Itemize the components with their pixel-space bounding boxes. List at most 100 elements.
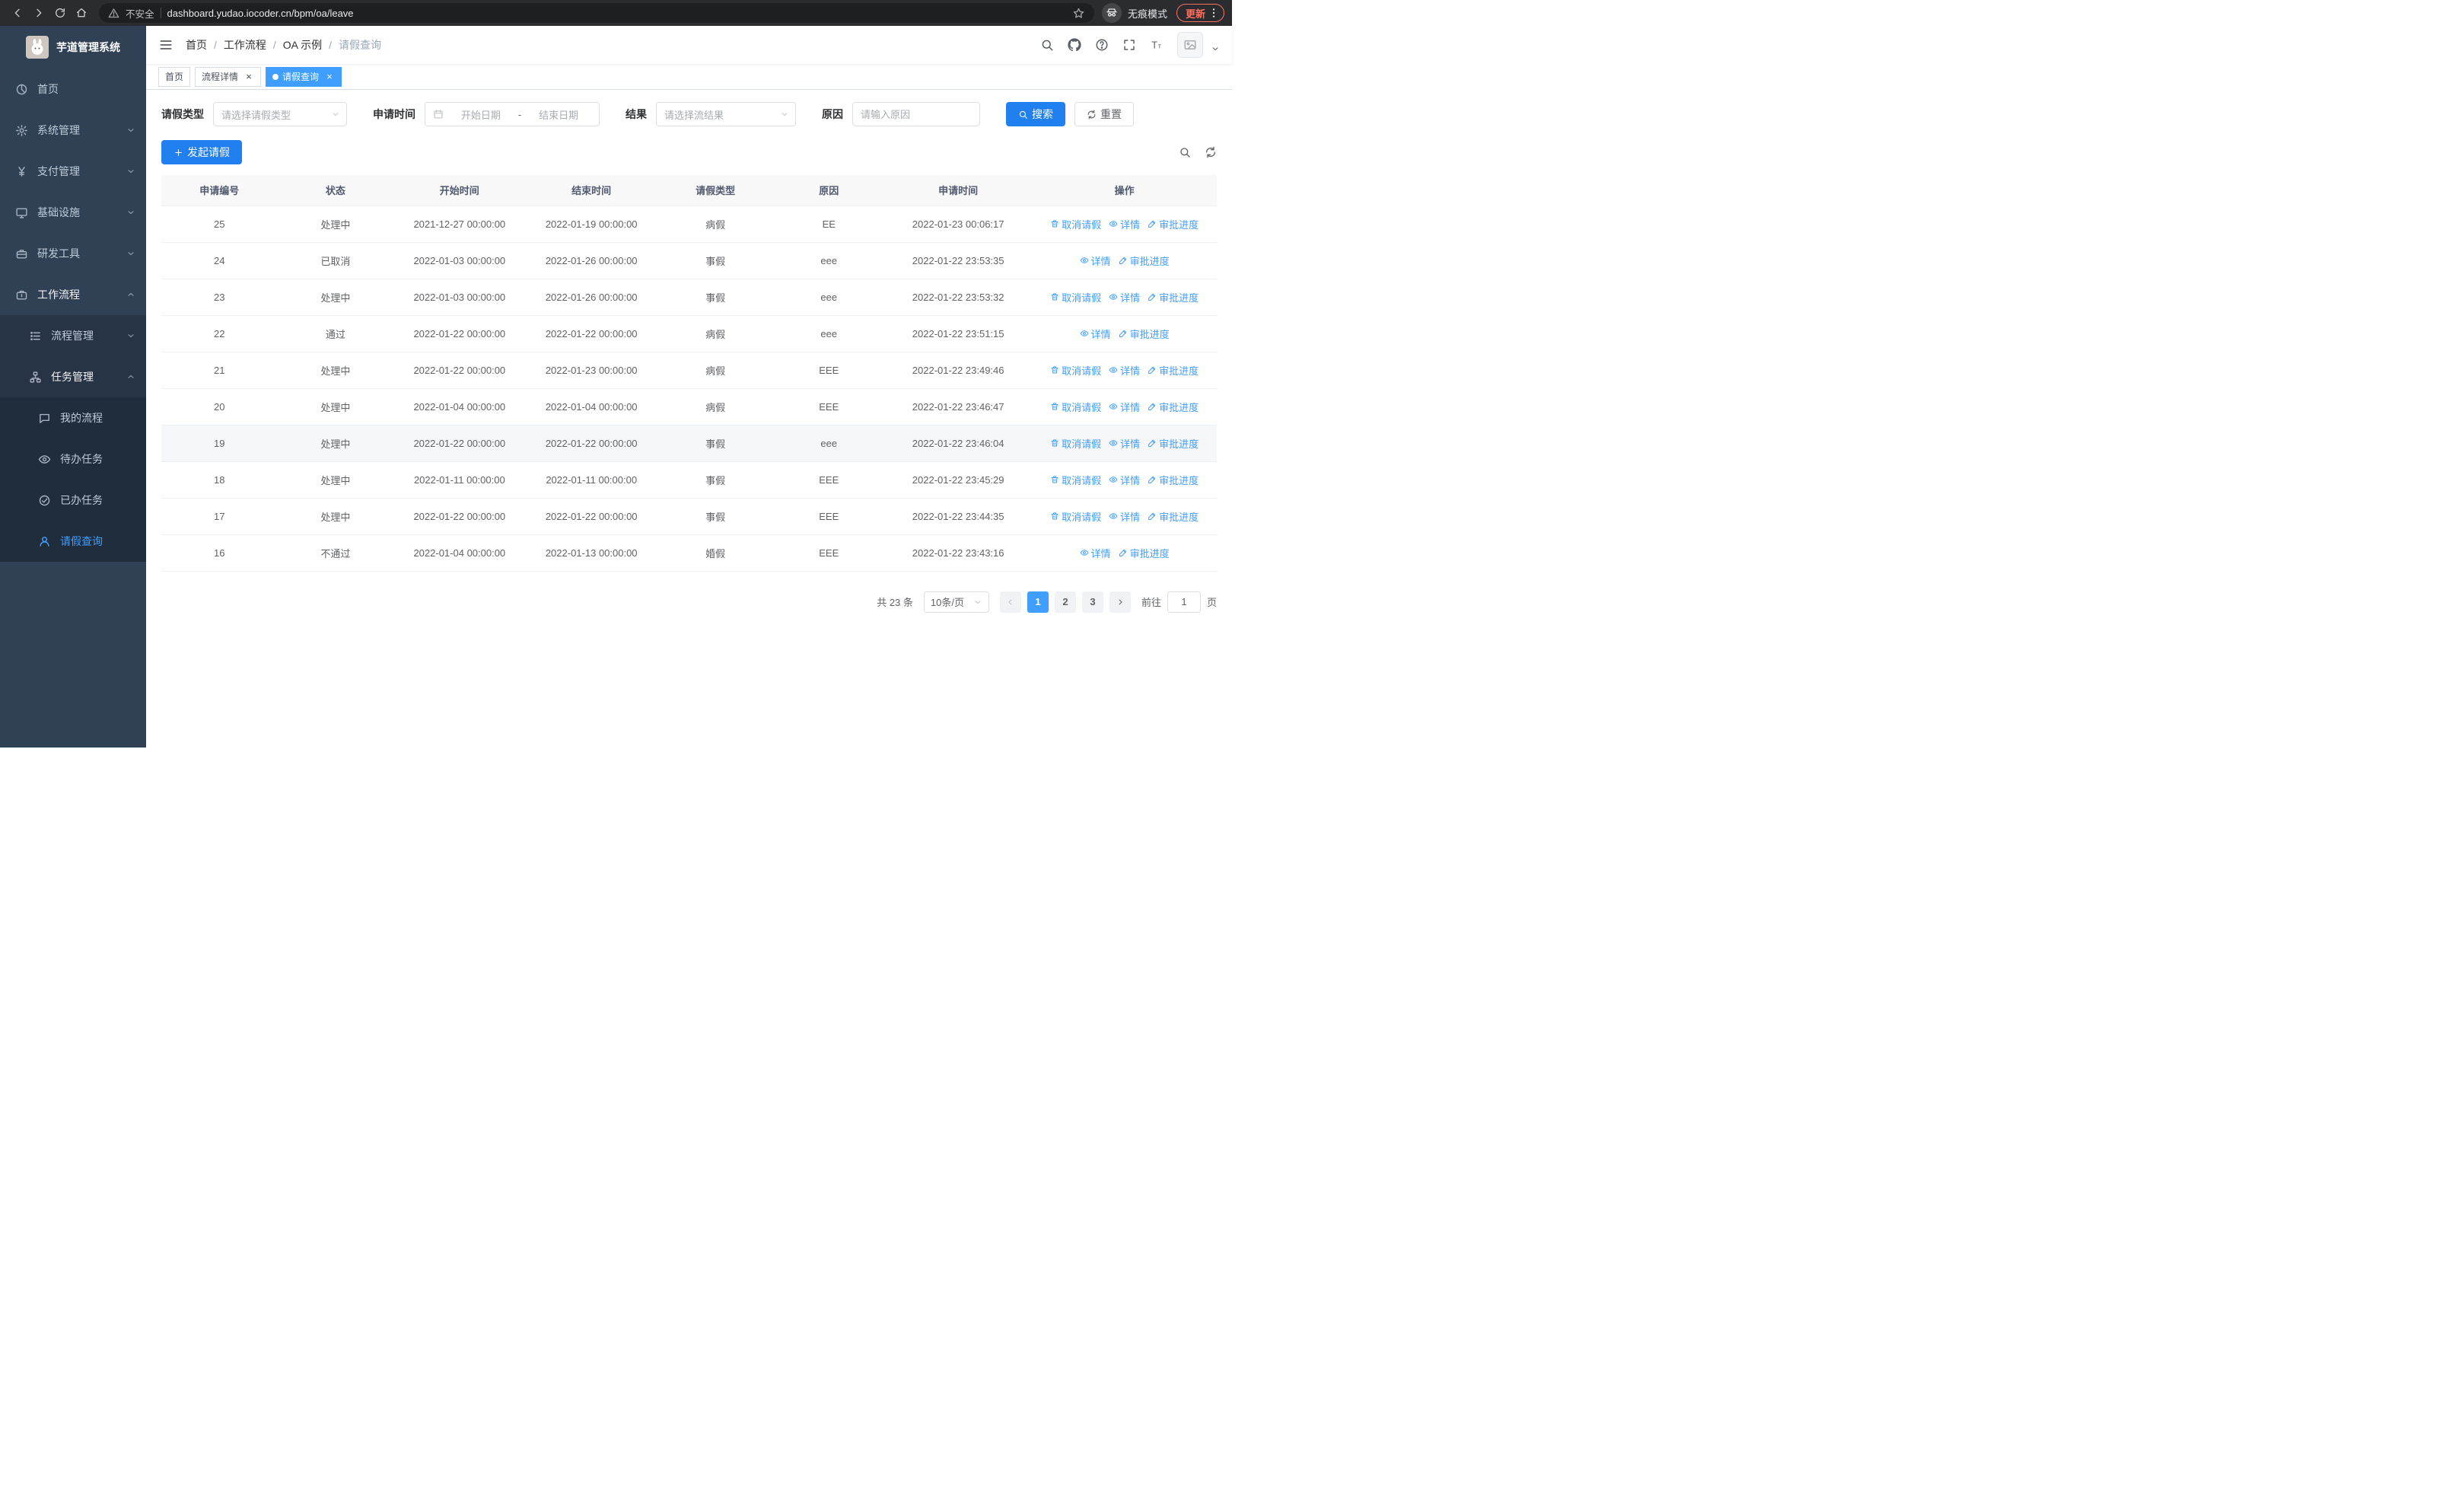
leave-type-select[interactable]: 请选择请假类型 — [213, 102, 347, 126]
action-detail-link[interactable]: 详情 — [1109, 290, 1140, 304]
table-row: 20 处理中 2022-01-04 00:00:00 2022-01-04 00:00… — [161, 388, 1217, 426]
cell-actions: 取消请假 详情 审批进度 — [1032, 388, 1217, 426]
action-cancel-link[interactable]: 取消请假 — [1050, 363, 1101, 378]
action-progress-link[interactable]: 审批进度 — [1119, 327, 1170, 341]
cell-leave-type: 事假 — [657, 498, 774, 535]
user-avatar[interactable] — [1177, 32, 1203, 58]
search-icon[interactable] — [1040, 38, 1054, 52]
home-icon[interactable] — [72, 3, 91, 23]
table-search-toggle-icon[interactable] — [1179, 146, 1191, 158]
action-detail-link[interactable]: 详情 — [1080, 327, 1111, 341]
tab-process-detail[interactable]: 流程详情 × — [195, 66, 262, 87]
tab-close-icon[interactable]: × — [244, 72, 254, 82]
sidebar-item-devtools[interactable]: 研发工具 — [0, 233, 146, 274]
sidebar-item-workflow[interactable]: 工作流程 — [0, 274, 146, 315]
tab-close-icon[interactable]: × — [324, 72, 335, 82]
page-size-select[interactable]: 10条/页 — [923, 591, 989, 613]
sidebar-item-payment[interactable]: 支付管理 — [0, 151, 146, 192]
fullscreen-icon[interactable] — [1122, 38, 1136, 52]
action-label: 审批进度 — [1159, 218, 1199, 231]
next-page-button[interactable] — [1109, 591, 1131, 613]
action-cancel-link[interactable]: 取消请假 — [1050, 400, 1101, 414]
action-cancel-link[interactable]: 取消请假 — [1050, 473, 1101, 487]
bookmark-star-icon[interactable] — [1072, 7, 1085, 20]
action-progress-link[interactable]: 审批进度 — [1148, 217, 1199, 231]
action-detail-link[interactable]: 详情 — [1109, 473, 1140, 487]
avatar-caret-down-icon[interactable] — [1211, 44, 1220, 53]
sidebar-item-my-process[interactable]: 我的流程 — [0, 397, 146, 438]
sidebar-item-todo-tasks[interactable]: 待办任务 — [0, 438, 146, 480]
eye-icon — [1080, 329, 1089, 338]
page-button-2[interactable]: 2 — [1054, 591, 1076, 613]
action-progress-link[interactable]: 审批进度 — [1148, 509, 1199, 524]
reset-button[interactable]: 重置 — [1074, 102, 1134, 126]
search-icon — [1018, 110, 1028, 120]
sidebar-item-done-tasks[interactable]: 已办任务 — [0, 480, 146, 521]
action-detail-link[interactable]: 详情 — [1109, 363, 1140, 378]
action-label: 审批进度 — [1159, 365, 1199, 377]
sidebar-item-label: 我的流程 — [60, 412, 103, 424]
table-row: 17 处理中 2022-01-22 00:00:00 2022-01-22 00:00… — [161, 498, 1217, 535]
action-progress-link[interactable]: 审批进度 — [1148, 363, 1199, 378]
sidebar-item-system[interactable]: 系统管理 — [0, 110, 146, 151]
breadcrumb-item[interactable]: OA 示例 — [283, 37, 322, 53]
page-button-3[interactable]: 3 — [1081, 591, 1103, 613]
result-select[interactable]: 请选择流结果 — [656, 102, 796, 126]
forward-icon[interactable] — [29, 3, 49, 23]
reason-input[interactable] — [852, 102, 980, 126]
action-detail-link[interactable]: 详情 — [1109, 436, 1140, 451]
cell-status: 处理中 — [277, 206, 394, 243]
update-button[interactable]: 更新 — [1176, 4, 1224, 22]
apply-time-range-picker[interactable]: 开始日期 - 结束日期 — [425, 102, 600, 126]
action-detail-link[interactable]: 详情 — [1109, 217, 1140, 231]
tab-leave-query[interactable]: 请假查询 × — [266, 66, 342, 87]
url-bar[interactable]: 不安全 dashboard.yudao.iocoder.cn/bpm/oa/le… — [99, 3, 1094, 23]
trash-icon — [1050, 402, 1059, 411]
prev-page-button[interactable] — [999, 591, 1021, 613]
action-progress-link[interactable]: 审批进度 — [1148, 436, 1199, 451]
help-icon[interactable] — [1095, 38, 1109, 52]
back-icon[interactable] — [8, 3, 27, 23]
cell-reason: eee — [773, 425, 885, 462]
action-progress-link[interactable]: 审批进度 — [1148, 290, 1199, 304]
logo[interactable]: 芋道管理系统 — [0, 26, 146, 69]
sidebar-item-infrastructure[interactable]: 基础设施 — [0, 192, 146, 233]
user-icon — [38, 535, 51, 548]
sidebar-item-process-mgmt[interactable]: 流程管理 — [0, 315, 146, 356]
search-button[interactable]: 搜索 — [1006, 102, 1065, 126]
sidebar-item-task-mgmt[interactable]: 任务管理 — [0, 356, 146, 397]
column-header: 申请时间 — [884, 175, 1033, 206]
action-detail-link[interactable]: 详情 — [1080, 253, 1111, 268]
breadcrumb-item[interactable]: 首页 — [186, 37, 207, 53]
table-refresh-icon[interactable] — [1205, 146, 1217, 158]
github-icon[interactable] — [1068, 38, 1081, 52]
column-header: 请假类型 — [657, 175, 774, 206]
eye-icon — [1109, 438, 1118, 448]
action-detail-link[interactable]: 详情 — [1109, 509, 1140, 524]
url-text: dashboard.yudao.iocoder.cn/bpm/oa/leave — [167, 7, 354, 19]
action-progress-link[interactable]: 审批进度 — [1119, 253, 1170, 268]
action-cancel-link[interactable]: 取消请假 — [1050, 290, 1101, 304]
sidebar-item-leave-query[interactable]: 请假查询 — [0, 521, 146, 562]
action-progress-link[interactable]: 审批进度 — [1148, 473, 1199, 487]
page-button-1[interactable]: 1 — [1027, 591, 1049, 613]
breadcrumb-item[interactable]: 工作流程 — [224, 37, 266, 53]
sidebar-item-home[interactable]: 首页 — [0, 69, 146, 110]
action-cancel-link[interactable]: 取消请假 — [1050, 217, 1101, 231]
column-header: 申请编号 — [161, 175, 278, 206]
hamburger-icon[interactable] — [158, 37, 173, 53]
font-size-icon[interactable]: TT — [1150, 38, 1164, 52]
cell-apply-time: 2022-01-22 23:53:32 — [884, 279, 1033, 316]
action-detail-link[interactable]: 详情 — [1109, 400, 1140, 414]
action-detail-link[interactable]: 详情 — [1080, 546, 1111, 560]
reload-icon[interactable] — [50, 3, 70, 23]
menu-dots-icon[interactable] — [1208, 7, 1220, 19]
tab-home[interactable]: 首页 — [158, 66, 191, 87]
action-progress-link[interactable]: 审批进度 — [1148, 400, 1199, 414]
goto-page-input[interactable] — [1167, 591, 1201, 613]
create-leave-button[interactable]: 发起请假 — [161, 140, 242, 164]
action-cancel-link[interactable]: 取消请假 — [1050, 509, 1101, 524]
action-cancel-link[interactable]: 取消请假 — [1050, 436, 1101, 451]
cell-start-time: 2022-01-04 00:00:00 — [393, 534, 526, 572]
action-progress-link[interactable]: 审批进度 — [1119, 546, 1170, 560]
